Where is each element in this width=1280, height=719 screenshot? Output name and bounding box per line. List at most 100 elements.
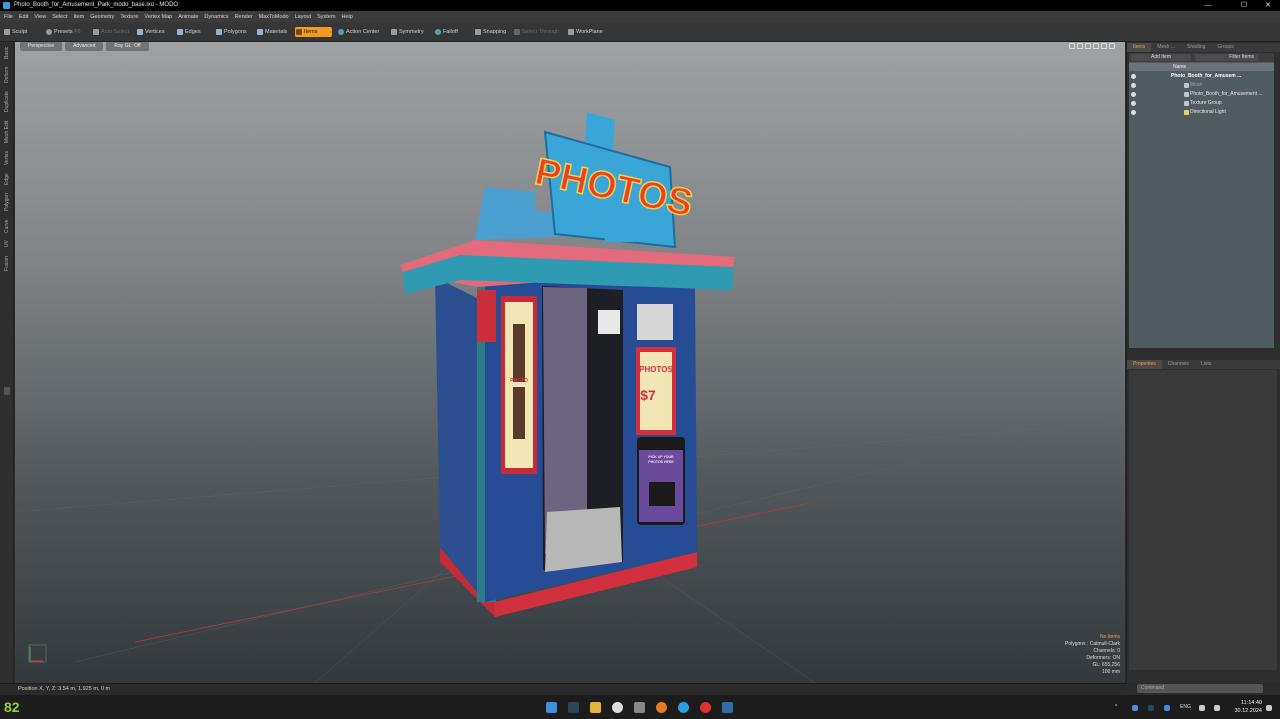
volume-icon[interactable] [1214, 705, 1220, 711]
visibility-eye-icon[interactable] [1131, 83, 1136, 88]
list-item[interactable]: Directional Light [1129, 108, 1274, 117]
items-button[interactable]: Items [295, 27, 332, 37]
scale-info: 100 mm [1101, 669, 1120, 675]
tab-fusion[interactable]: Fusion [0, 252, 14, 274]
list-item[interactable]: Texture Group [1129, 99, 1274, 108]
menu-item[interactable]: Item [73, 14, 84, 20]
sculpt-button[interactable]: Sculpt [3, 27, 27, 37]
tab-uv[interactable]: UV [0, 238, 14, 250]
visibility-eye-icon[interactable] [1131, 110, 1136, 115]
folder-icon[interactable] [590, 702, 601, 713]
tab-properties[interactable]: Properties [1127, 360, 1162, 369]
close-button[interactable]: ✕ [1256, 0, 1280, 11]
menu-file[interactable]: File [4, 14, 13, 20]
3d-viewport[interactable]: Perspective Advanced Ray GL: Off PHOTOS … [15, 42, 1125, 683]
tab-polygon[interactable]: Polygon [0, 190, 14, 214]
visibility-eye-icon[interactable] [1131, 92, 1136, 97]
tab-mesh[interactable]: Mesh ... [1151, 43, 1181, 52]
edges-button[interactable]: Edges [176, 27, 201, 37]
main-toolbar: Sculpt Presets F6 Auto Select Vertices E… [0, 22, 1280, 42]
name-column-header[interactable]: Name [1129, 63, 1274, 71]
falloff-button[interactable]: Falloff [434, 27, 458, 37]
tab-mesh-edit[interactable]: Mesh Edit [0, 118, 14, 146]
materials-button[interactable]: Materials [256, 27, 287, 37]
item-list-toolbar: Add Item Filter Items [1129, 53, 1274, 62]
unreal-icon[interactable] [612, 702, 623, 713]
start-icon[interactable] [546, 702, 557, 713]
mesh-icon [1184, 83, 1189, 88]
menu-texture[interactable]: Texture [120, 14, 138, 20]
action-center-button[interactable]: Action Center [337, 27, 379, 37]
menu-select[interactable]: Select [52, 14, 67, 20]
yandex-browser-icon[interactable] [700, 702, 711, 713]
tab-groups[interactable]: Groups [1211, 43, 1239, 52]
visibility-eye-icon[interactable] [1131, 101, 1136, 106]
tab-basic[interactable]: Basic [0, 44, 14, 62]
viewport-info-hud: No Items Polygons : Catmull-Clark Channe… [1065, 634, 1120, 676]
menu-system[interactable]: System [317, 14, 335, 20]
menu-view[interactable]: View [34, 14, 46, 20]
edges-icon [177, 29, 183, 35]
vertices-button[interactable]: Vertices [136, 27, 165, 37]
notifications-icon[interactable] [1266, 705, 1272, 711]
add-item-button[interactable]: Add Item [1131, 54, 1191, 61]
modo-app-icon [3, 2, 10, 9]
steam-tray-icon[interactable] [1148, 705, 1154, 711]
tray-chevron-icon[interactable]: ^ [1115, 704, 1117, 710]
cloud-icon[interactable] [1164, 705, 1170, 711]
tab-curve[interactable]: Curve [0, 216, 14, 236]
tab-lists[interactable]: Lists [1195, 360, 1217, 369]
windows-taskbar: 82 ^ ENG 11:14:40 30.12.2024 [0, 694, 1280, 719]
menu-maxtomodo[interactable]: MaxToModo [259, 14, 289, 20]
menu-geometry[interactable]: Geometry [90, 14, 114, 20]
presets-button[interactable]: Presets F6 [45, 27, 81, 37]
filter-items-field[interactable]: Filter Items [1195, 54, 1258, 61]
list-item[interactable]: Photo_Booth_for_Amusem ... [1129, 72, 1274, 81]
bluetooth-icon[interactable] [1132, 705, 1138, 711]
symmetry-button[interactable]: Symmetry [390, 27, 424, 37]
minimize-button[interactable]: — [1196, 0, 1220, 11]
mesh-icon [1184, 92, 1189, 97]
menu-help[interactable]: Help [341, 14, 352, 20]
menu-edit[interactable]: Edit [19, 14, 28, 20]
left-tool-tabs: Basic Deform Duplicate Mesh Edit Vertex … [0, 42, 14, 683]
tab-deform[interactable]: Deform [0, 64, 14, 86]
items-icon [296, 29, 302, 35]
tab-shading[interactable]: Shading [1181, 43, 1211, 52]
item-list-panel: Add Item Filter Items Name Photo_Booth_f… [1129, 53, 1274, 348]
status-bar: Position X, Y, Z: 3.54 m, 1.925 m, 0 m [0, 683, 1126, 694]
polygons-button[interactable]: Polygons [215, 27, 247, 37]
select-through-icon [514, 29, 520, 35]
tab-channels[interactable]: Channels [1162, 360, 1195, 369]
list-item[interactable]: Photo_Booth_for_Amusement ... [1129, 90, 1274, 99]
telegram-icon[interactable] [678, 702, 689, 713]
presets-icon [46, 29, 52, 35]
visibility-eye-icon[interactable] [1131, 74, 1136, 79]
command-input[interactable]: Command [1137, 684, 1263, 693]
app-icon[interactable] [634, 702, 645, 713]
select-through-button[interactable]: Select Through [513, 27, 559, 37]
tab-duplicate[interactable]: Duplicate [0, 88, 14, 116]
menu-animate[interactable]: Animate [178, 14, 198, 20]
menu-vertex-map[interactable]: Vertex Map [144, 14, 172, 20]
menu-render[interactable]: Render [235, 14, 253, 20]
tab-items[interactable]: Items [1127, 43, 1152, 52]
modo-icon[interactable] [722, 702, 733, 713]
snapping-button[interactable]: Snapping [474, 27, 506, 37]
menu-dynamics[interactable]: Dynamics [204, 14, 228, 20]
menu-bar: File Edit View Select Item Geometry Text… [0, 11, 1280, 22]
workplane-button[interactable]: WorkPlane [567, 27, 603, 37]
tab-edge[interactable]: Edge [0, 170, 14, 188]
wifi-icon[interactable] [1199, 705, 1205, 711]
system-clock[interactable]: 11:14:40 30.12.2024 [1228, 699, 1262, 715]
language-indicator[interactable]: ENG [1180, 704, 1191, 710]
panel-collapse-handle[interactable] [4, 387, 10, 395]
menu-layout[interactable]: Layout [295, 14, 312, 20]
properties-panel-tabs: Properties Channels Lists [1127, 360, 1280, 369]
maximize-button[interactable]: ☐ [1232, 0, 1256, 11]
tab-vertex[interactable]: Vertex [0, 148, 14, 168]
blender-icon[interactable] [656, 702, 667, 713]
list-item[interactable]: Mesh [1129, 81, 1274, 90]
steam-icon[interactable] [568, 702, 579, 713]
auto-select-button[interactable]: Auto Select [92, 27, 129, 37]
